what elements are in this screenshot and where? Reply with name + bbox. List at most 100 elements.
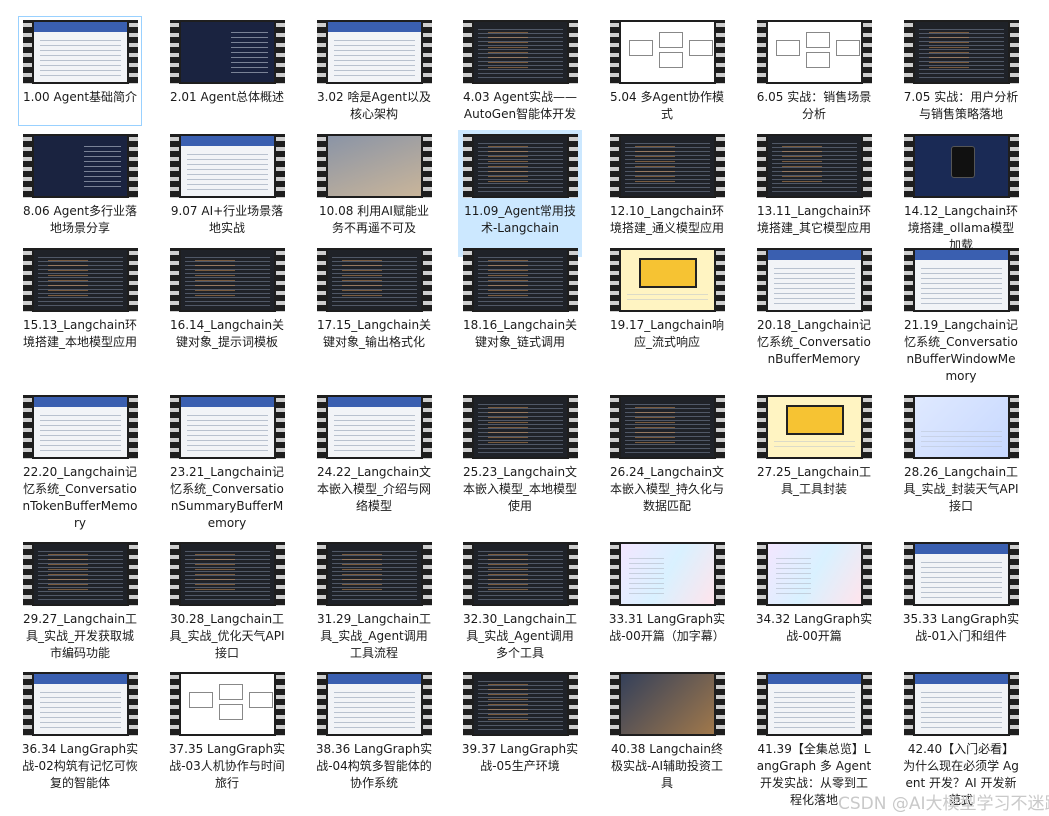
video-thumbnail bbox=[904, 672, 1019, 736]
film-strip-left bbox=[317, 672, 326, 736]
film-strip-right bbox=[276, 248, 285, 312]
film-strip-right bbox=[129, 672, 138, 736]
video-file-item[interactable]: 7.05 实战：用户分析与销售策略落地 bbox=[899, 16, 1023, 126]
film-strip-right bbox=[1010, 672, 1019, 736]
video-thumbnail bbox=[757, 395, 872, 459]
film-strip-right bbox=[423, 672, 432, 736]
video-thumbnail bbox=[170, 672, 285, 736]
video-thumbnail bbox=[610, 542, 725, 606]
video-file-item[interactable]: 10.08 利用AI赋能业务不再遥不可及 bbox=[312, 130, 436, 240]
video-file-item[interactable]: 38.36 LangGraph实战-04构筑多智能体的协作系统 bbox=[312, 668, 436, 795]
video-file-item[interactable]: 32.30_Langchain工具_实战_Agent调用多个工具 bbox=[458, 538, 582, 665]
film-strip-right bbox=[276, 20, 285, 84]
video-file-item[interactable]: 20.18_Langchain记忆系统_ConversationBufferMe… bbox=[752, 244, 876, 388]
video-file-item[interactable]: 18.16_Langchain关键对象_链式调用 bbox=[458, 244, 582, 371]
thumbnail-frame bbox=[328, 397, 421, 457]
video-file-item[interactable]: 17.15_Langchain关键对象_输出格式化 bbox=[312, 244, 436, 371]
file-name-label: 17.15_Langchain关键对象_输出格式化 bbox=[316, 318, 432, 349]
film-strip-left bbox=[23, 542, 32, 606]
video-file-item[interactable]: 26.24_Langchain文本嵌入模型_持久化与数据匹配 bbox=[605, 391, 729, 518]
video-file-item[interactable]: 30.28_Langchain工具_实战_优化天气API接口 bbox=[165, 538, 289, 665]
film-strip-left bbox=[317, 134, 326, 198]
video-thumbnail bbox=[317, 248, 432, 312]
file-name-label: 28.26_Langchain工具_实战_封装天气API接口 bbox=[903, 465, 1019, 513]
video-file-item[interactable]: 29.27_Langchain工具_实战_开发获取城市编码功能 bbox=[18, 538, 142, 665]
video-file-item[interactable]: 23.21_Langchain记忆系统_ConversationSummaryB… bbox=[165, 391, 289, 535]
video-file-item[interactable]: 25.23_Langchain文本嵌入模型_本地模型使用 bbox=[458, 391, 582, 518]
film-strip-right bbox=[863, 542, 872, 606]
film-strip-left bbox=[904, 542, 913, 606]
thumbnail-frame bbox=[181, 22, 274, 82]
video-file-item[interactable]: 22.20_Langchain记忆系统_ConversationTokenBuf… bbox=[18, 391, 142, 535]
video-file-item[interactable]: 21.19_Langchain记忆系统_ConversationBufferWi… bbox=[899, 244, 1023, 388]
thumbnail-frame bbox=[328, 674, 421, 734]
video-file-item[interactable]: 14.12_Langchain环境搭建_ollama模型加载 bbox=[899, 130, 1023, 257]
film-strip-right bbox=[129, 542, 138, 606]
video-file-item[interactable]: 28.26_Langchain工具_实战_封装天气API接口 bbox=[899, 391, 1023, 518]
film-strip-left bbox=[317, 248, 326, 312]
video-thumbnail bbox=[904, 542, 1019, 606]
thumbnail-frame bbox=[181, 250, 274, 310]
file-name-label: 5.04 多Agent协作模式 bbox=[609, 90, 725, 121]
film-strip-left bbox=[610, 248, 619, 312]
file-name-label: 9.07 AI+行业场景落地实战 bbox=[170, 204, 284, 235]
video-file-item[interactable]: 6.05 实战：销售场景分析 bbox=[752, 16, 876, 126]
file-name-label: 7.05 实战：用户分析与销售策略落地 bbox=[903, 90, 1019, 121]
thumbnail-frame bbox=[915, 674, 1008, 734]
thumbnail-frame bbox=[34, 136, 127, 196]
video-file-item[interactable]: 24.22_Langchain文本嵌入模型_介绍与网络模型 bbox=[312, 391, 436, 518]
video-file-item[interactable]: 35.33 LangGraph实战-01入门和组件 bbox=[899, 538, 1023, 665]
film-strip-right bbox=[276, 542, 285, 606]
film-strip-right bbox=[863, 248, 872, 312]
thumbnail-frame bbox=[474, 250, 567, 310]
video-thumbnail bbox=[317, 20, 432, 84]
video-file-item[interactable]: 11.09_Agent常用技术-Langchain bbox=[458, 130, 582, 257]
video-file-item[interactable]: 16.14_Langchain关键对象_提示词模板 bbox=[165, 244, 289, 371]
video-file-item[interactable]: 1.00 Agent基础简介 bbox=[18, 16, 142, 126]
film-strip-left bbox=[23, 395, 32, 459]
thumbnail-frame bbox=[328, 22, 421, 82]
film-strip-right bbox=[129, 20, 138, 84]
video-file-item[interactable]: 13.11_Langchain环境搭建_其它模型应用 bbox=[752, 130, 876, 257]
video-file-item[interactable]: 39.37 LangGraph实战-05生产环境 bbox=[458, 668, 582, 795]
film-strip-right bbox=[1010, 542, 1019, 606]
thumbnail-frame bbox=[621, 674, 714, 734]
film-strip-left bbox=[904, 134, 913, 198]
film-strip-right bbox=[423, 542, 432, 606]
film-strip-right bbox=[716, 134, 725, 198]
video-file-item[interactable]: 5.04 多Agent协作模式 bbox=[605, 16, 729, 126]
video-file-item[interactable]: 31.29_Langchain工具_实战_Agent调用工具流程 bbox=[312, 538, 436, 665]
video-file-item[interactable]: 37.35 LangGraph实战-03人机协作与时间旅行 bbox=[165, 668, 289, 795]
video-thumbnail bbox=[23, 672, 138, 736]
video-file-item[interactable]: 4.03 Agent实战——AutoGen智能体开发 bbox=[458, 16, 582, 143]
video-thumbnail bbox=[23, 395, 138, 459]
file-name-label: 16.14_Langchain关键对象_提示词模板 bbox=[169, 318, 285, 349]
film-strip-left bbox=[170, 395, 179, 459]
video-file-item[interactable]: 36.34 LangGraph实战-02构筑有记忆可恢复的智能体 bbox=[18, 668, 142, 795]
film-strip-right bbox=[716, 542, 725, 606]
video-file-item[interactable]: 12.10_Langchain环境搭建_通义模型应用 bbox=[605, 130, 729, 257]
video-file-item[interactable]: 15.13_Langchain环境搭建_本地模型应用 bbox=[18, 244, 142, 371]
video-file-item[interactable]: 8.06 Agent多行业落地场景分享 bbox=[18, 130, 142, 240]
file-name-label: 39.37 LangGraph实战-05生产环境 bbox=[461, 742, 579, 773]
video-file-item[interactable]: 3.02 啥是Agent以及核心架构 bbox=[312, 16, 436, 126]
thumbnail-frame bbox=[915, 250, 1008, 310]
file-name-label: 11.09_Agent常用技术-Langchain bbox=[464, 204, 576, 235]
film-strip-left bbox=[463, 134, 472, 198]
film-strip-left bbox=[170, 248, 179, 312]
film-strip-left bbox=[23, 248, 32, 312]
file-name-label: 22.20_Langchain记忆系统_ConversationTokenBuf… bbox=[22, 465, 138, 530]
video-file-item[interactable]: 27.25_Langchain工具_工具封装 bbox=[752, 391, 876, 501]
video-thumbnail bbox=[23, 20, 138, 84]
film-strip-right bbox=[423, 20, 432, 84]
video-file-item[interactable]: 34.32 LangGraph实战-00开篇 bbox=[752, 538, 876, 648]
video-file-item[interactable]: 9.07 AI+行业场景落地实战 bbox=[165, 130, 289, 240]
film-strip-right bbox=[569, 395, 578, 459]
video-file-item[interactable]: 2.01 Agent总体概述 bbox=[165, 16, 289, 126]
video-file-item[interactable]: 33.31 LangGraph实战-00开篇（加字幕） bbox=[605, 538, 729, 665]
video-thumbnail bbox=[170, 134, 285, 198]
video-thumbnail bbox=[23, 248, 138, 312]
video-file-item[interactable]: 19.17_Langchain响应_流式响应 bbox=[605, 244, 729, 354]
film-strip-left bbox=[610, 395, 619, 459]
video-file-item[interactable]: 40.38 Langchain终极实战-AI辅助投资工具 bbox=[605, 668, 729, 795]
